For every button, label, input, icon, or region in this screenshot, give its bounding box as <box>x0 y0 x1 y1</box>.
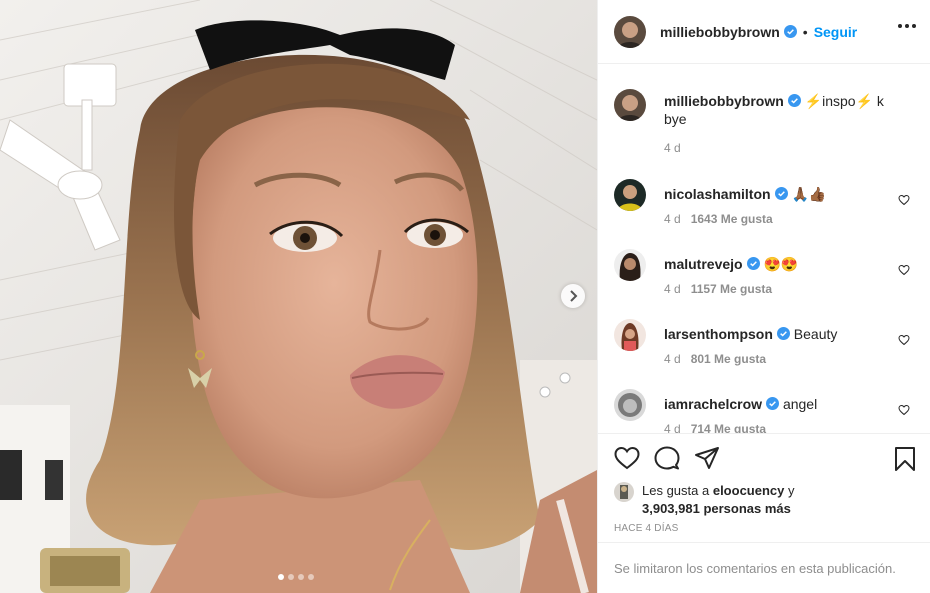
comment-heart-icon[interactable] <box>898 334 910 346</box>
bookmark-icon[interactable] <box>894 446 916 472</box>
post-timestamp[interactable]: HACE 4 DÍAS <box>614 523 678 534</box>
comment-username[interactable]: nicolashamilton <box>664 186 771 202</box>
verified-badge-icon <box>766 397 780 410</box>
likes-conj: y <box>788 483 795 498</box>
comment-likes[interactable]: 801 Me gusta <box>691 352 766 366</box>
comment-meta: 4 d 1643 Me gusta <box>664 212 773 226</box>
chevron-right-icon <box>570 290 578 302</box>
commenter-avatar[interactable] <box>614 249 646 281</box>
likes-prefix: Les gusta a <box>642 483 710 498</box>
caption-avatar[interactable] <box>614 89 646 121</box>
comment-age[interactable]: 4 d <box>664 352 681 366</box>
share-icon[interactable] <box>694 446 720 470</box>
more-dot-icon <box>912 24 916 28</box>
comment-username[interactable]: malutrevejo <box>664 256 743 272</box>
comment-body: nicolashamilton 🙏🏾👍🏾 <box>664 185 884 203</box>
comment-age[interactable]: 4 d <box>664 422 681 433</box>
lightning-emoji: ⚡ <box>855 93 874 109</box>
comment-likes[interactable]: 714 Me gusta <box>691 422 766 433</box>
comment-body: iamrachelcrow angel <box>664 395 884 413</box>
like-heart-icon[interactable] <box>614 446 640 470</box>
carousel-dot[interactable] <box>308 574 314 580</box>
caption-age[interactable]: 4 d <box>664 141 681 155</box>
carousel-dots <box>278 574 314 580</box>
carousel-dot[interactable] <box>278 574 284 580</box>
verified-badge-icon <box>783 25 797 38</box>
more-dot-icon <box>905 24 909 28</box>
comment-body: larsenthompson Beauty <box>664 325 884 343</box>
commenter-avatar[interactable] <box>614 319 646 351</box>
lightning-emoji: ⚡ <box>804 93 823 109</box>
comments-list[interactable]: milliebobbybrown ⚡inspo⚡ k bye 4 d nicol… <box>598 65 930 433</box>
post-photo[interactable] <box>0 0 597 593</box>
liker-username[interactable]: eloocuency <box>713 483 785 498</box>
more-dot-icon <box>898 24 902 28</box>
carousel-dot[interactable] <box>288 574 294 580</box>
comment-text: 🙏🏾👍🏾 <box>791 186 827 202</box>
caption-text: milliebobbybrown ⚡inspo⚡ k bye <box>664 92 884 128</box>
comment-heart-icon[interactable] <box>898 404 910 416</box>
comment-heart-icon[interactable] <box>898 194 910 206</box>
caption-username[interactable]: milliebobbybrown <box>664 93 784 109</box>
liker-avatar[interactable] <box>614 482 634 502</box>
verified-badge-icon <box>776 327 790 340</box>
verified-badge-icon <box>746 257 760 270</box>
commenter-avatar[interactable] <box>614 179 646 211</box>
post-header: milliebobbybrown • Seguir <box>598 0 930 64</box>
more-options-button[interactable] <box>898 24 916 28</box>
commenter-avatar[interactable] <box>614 389 646 421</box>
comment-icon[interactable] <box>654 446 680 470</box>
comment-meta: 4 d 714 Me gusta <box>664 422 766 433</box>
comment-age[interactable]: 4 d <box>664 282 681 296</box>
comment-username[interactable]: larsenthompson <box>664 326 773 342</box>
selfie-image <box>0 0 597 593</box>
comment-likes[interactable]: 1157 Me gusta <box>691 282 772 296</box>
author-username[interactable]: milliebobbybrown <box>660 24 780 40</box>
comment-username[interactable]: iamrachelcrow <box>664 396 762 412</box>
comments-limited-notice: Se limitaron los comentarios en esta pub… <box>598 542 930 593</box>
action-bar <box>598 433 930 481</box>
comment-meta: 4 d 801 Me gusta <box>664 352 766 366</box>
comment-text: Beauty <box>793 326 838 342</box>
comment-text: angel <box>782 396 818 412</box>
comment-heart-icon[interactable] <box>898 264 910 276</box>
caption-text-part1: inspo <box>822 93 856 109</box>
verified-badge-icon <box>774 187 788 200</box>
post-side-panel: milliebobbybrown • Seguir milliebobbybro… <box>597 0 930 593</box>
comment-likes[interactable]: 1643 Me gusta <box>691 212 773 226</box>
comment-body: malutrevejo 😍😍 <box>664 255 884 273</box>
carousel-next-button[interactable] <box>561 284 585 308</box>
author-avatar[interactable] <box>614 15 646 48</box>
comment-text: 😍😍 <box>763 256 799 272</box>
post-modal: milliebobbybrown • Seguir milliebobbybro… <box>0 0 930 593</box>
comment-age[interactable]: 4 d <box>664 212 681 226</box>
header-separator: • <box>802 23 808 40</box>
likes-text: Les gusta a eloocuency y 3,903,981 perso… <box>642 482 872 518</box>
carousel-dot[interactable] <box>298 574 304 580</box>
verified-badge-icon <box>787 94 801 107</box>
likes-count[interactable]: 3,903,981 personas más <box>642 501 791 516</box>
comment-meta: 4 d 1157 Me gusta <box>664 282 772 296</box>
follow-button[interactable]: Seguir <box>814 24 858 40</box>
